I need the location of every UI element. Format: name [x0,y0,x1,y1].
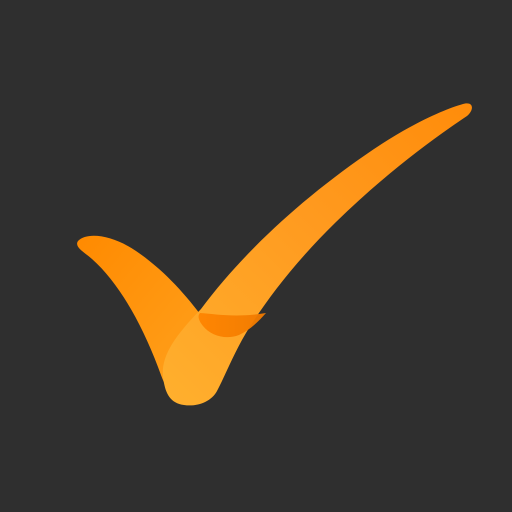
checkmark-right-stroke [162,103,472,406]
app-icon-canvas [0,0,512,512]
checkmark-icon [77,103,472,406]
